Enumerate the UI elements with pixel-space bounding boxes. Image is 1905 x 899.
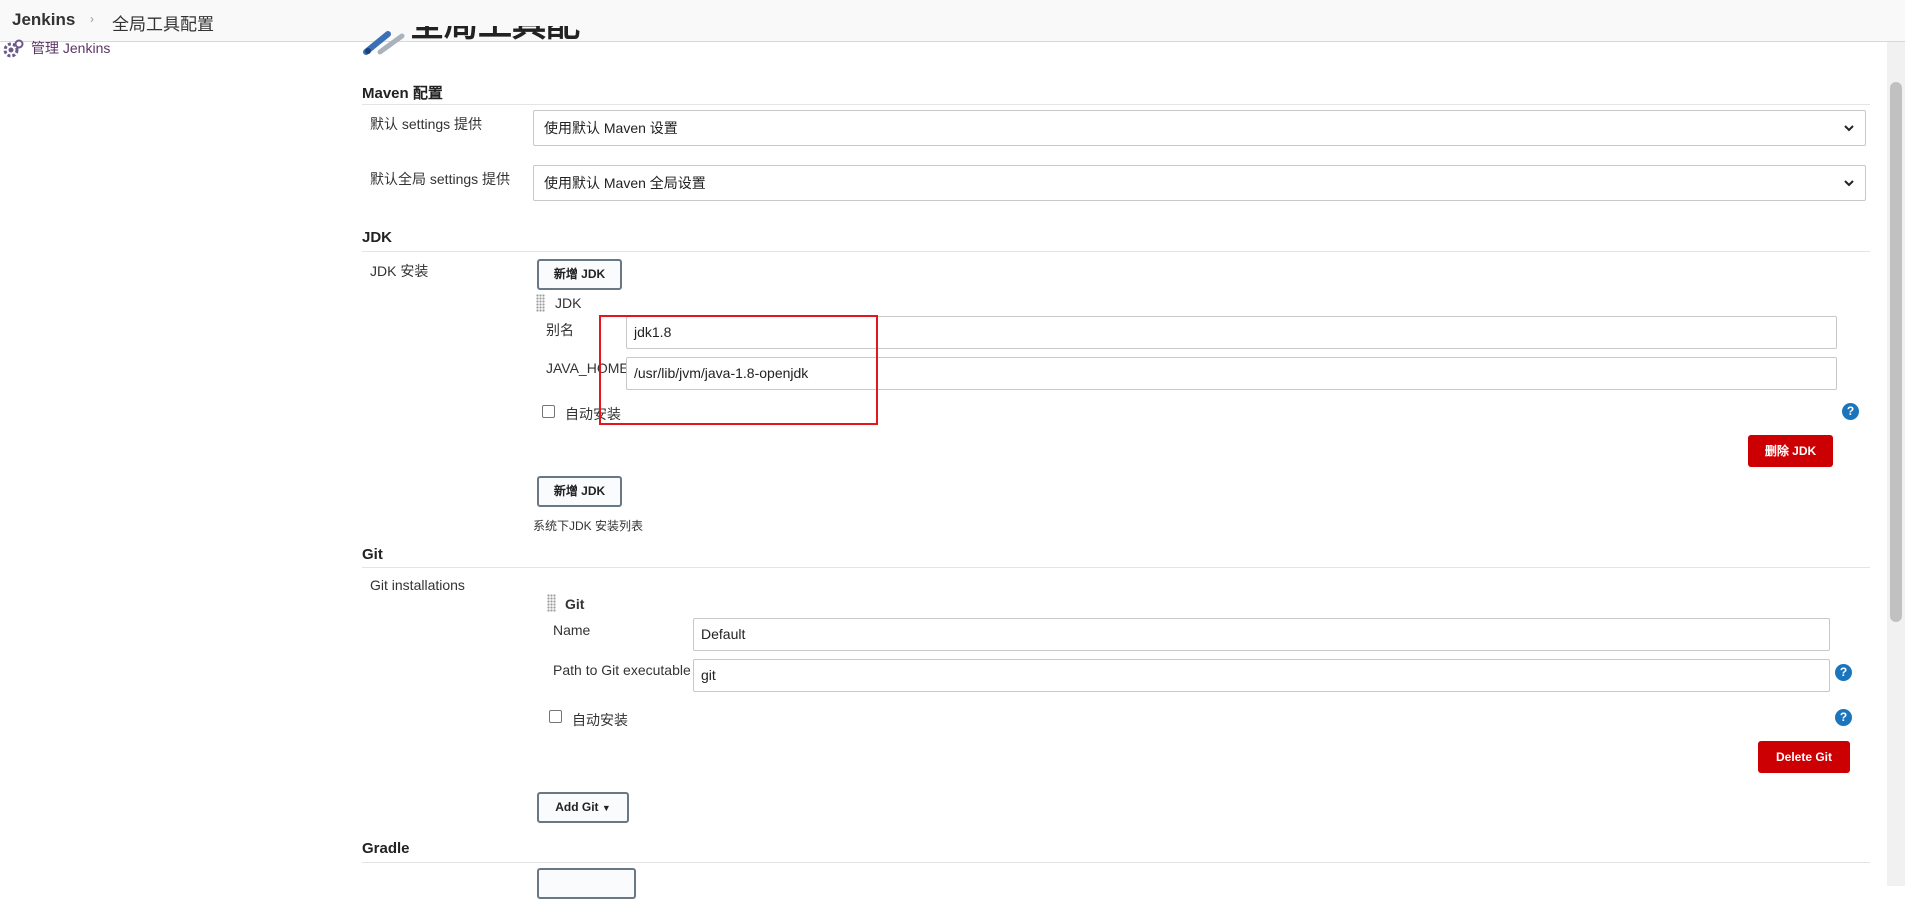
maven-settings-value: 使用默认 Maven 设置 <box>544 120 678 136</box>
help-icon[interactable]: ? <box>1842 403 1859 420</box>
git-name-input[interactable]: Default <box>693 618 1830 651</box>
add-git-button[interactable]: Add Git ▼ <box>537 792 629 823</box>
maven-global-settings-label: 默认全局 settings 提供 <box>370 171 511 187</box>
section-divider <box>362 251 1870 252</box>
help-icon[interactable]: ? <box>1835 664 1852 681</box>
git-entry-title: Git <box>565 596 585 612</box>
jdk-auto-install-label: 自动安装 <box>565 406 621 422</box>
delete-jdk-button[interactable]: 删除 JDK <box>1748 435 1833 467</box>
git-auto-install-checkbox[interactable] <box>549 710 562 723</box>
jdk-alias-label: 别名 <box>546 322 574 338</box>
gear-icon <box>3 39 24 58</box>
wrench-tools-icon <box>363 31 405 55</box>
java-home-label: JAVA_HOME <box>546 360 629 376</box>
breadcrumb-jenkins-link[interactable]: Jenkins <box>12 10 75 30</box>
git-section-heading: Git <box>362 546 383 563</box>
manage-jenkins-link[interactable]: 管理 Jenkins <box>31 38 110 58</box>
section-divider <box>362 104 1870 105</box>
gradle-section-heading: Gradle <box>362 840 410 857</box>
help-icon[interactable]: ? <box>1835 709 1852 726</box>
maven-section-heading: Maven 配置 <box>362 85 443 102</box>
git-path-label: Path to Git executable <box>553 662 691 678</box>
git-auto-install-label: 自动安装 <box>572 712 628 728</box>
git-installations-label: Git installations <box>370 577 465 593</box>
git-path-input[interactable]: git <box>693 659 1830 692</box>
breadcrumb: Jenkins › 全局工具配置 <box>0 0 1905 42</box>
section-divider <box>362 862 1870 863</box>
jdk-auto-install-checkbox[interactable] <box>542 405 555 418</box>
maven-global-settings-select[interactable]: 使用默认 Maven 全局设置 <box>533 165 1866 201</box>
scrollbar-thumb[interactable] <box>1890 82 1902 622</box>
drag-handle-icon[interactable] <box>547 594 556 612</box>
maven-global-settings-value: 使用默认 Maven 全局设置 <box>544 175 706 191</box>
breadcrumb-separator-icon: › <box>90 12 94 26</box>
jdk-install-label: JDK 安装 <box>370 263 429 279</box>
section-divider <box>362 567 1870 568</box>
maven-settings-label: 默认 settings 提供 <box>370 116 483 132</box>
git-name-label: Name <box>553 622 591 638</box>
chevron-down-icon <box>1844 180 1854 187</box>
breadcrumb-current-page: 全局工具配置 <box>112 15 214 34</box>
jdk-list-caption: 系统下JDK 安装列表 <box>533 519 644 533</box>
chevron-down-icon <box>1844 125 1854 132</box>
drag-handle-icon[interactable] <box>536 294 545 312</box>
maven-settings-select[interactable]: 使用默认 Maven 设置 <box>533 110 1866 146</box>
jdk-alias-input[interactable]: jdk1.8 <box>626 316 1837 349</box>
add-git-label: Add Git <box>555 800 599 814</box>
jdk-section-heading: JDK <box>362 229 393 246</box>
add-gradle-button-partial[interactable] <box>537 868 636 899</box>
caret-down-icon: ▼ <box>601 803 611 813</box>
delete-git-button[interactable]: Delete Git <box>1758 741 1850 773</box>
add-jdk-button[interactable]: 新增 JDK <box>537 259 622 290</box>
add-jdk-button-bottom[interactable]: 新增 JDK <box>537 476 622 507</box>
jdk-entry-title: JDK <box>555 295 582 311</box>
java-home-input[interactable]: /usr/lib/jvm/java-1.8-openjdk <box>626 357 1837 390</box>
page-title: 全局工具配置 <box>410 26 600 42</box>
